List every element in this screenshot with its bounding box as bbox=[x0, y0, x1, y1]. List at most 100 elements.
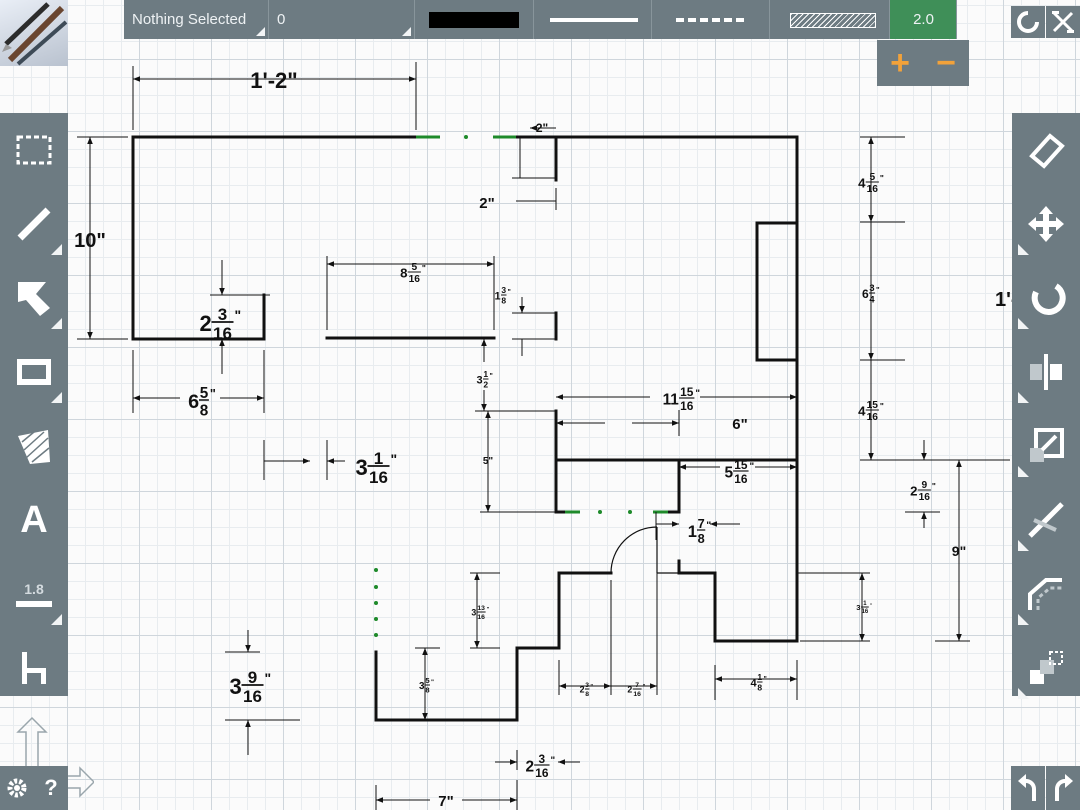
svg-text:5: 5 bbox=[724, 464, 733, 481]
dim-nine: 9" bbox=[952, 543, 966, 559]
furniture-tool[interactable] bbox=[0, 631, 68, 705]
rotate-tool[interactable] bbox=[1012, 261, 1080, 335]
fraction-dimension-bot-4-1-8: 418" bbox=[751, 672, 767, 693]
zoom-in-button[interactable]: + bbox=[890, 44, 910, 83]
svg-text:": " bbox=[391, 451, 398, 467]
solid-line-icon bbox=[550, 18, 638, 22]
dim-top-width: 1'-2" bbox=[250, 68, 297, 93]
svg-text:3: 3 bbox=[356, 455, 368, 480]
svg-text:8: 8 bbox=[757, 683, 762, 693]
hatch-fill-icon bbox=[18, 430, 50, 464]
top-toolbar: Nothing Selected 0 2.0 bbox=[124, 0, 957, 39]
app-logo[interactable] bbox=[0, 0, 68, 66]
line-weight-button[interactable] bbox=[534, 0, 652, 39]
svg-text:1: 1 bbox=[863, 601, 867, 607]
dim-notch-top: 2" bbox=[536, 121, 548, 135]
offset-tool[interactable] bbox=[1012, 557, 1080, 631]
mirror-icon bbox=[1030, 354, 1062, 390]
svg-text:7: 7 bbox=[635, 682, 639, 689]
fullscreen-button[interactable] bbox=[1046, 6, 1080, 38]
polyline-icon bbox=[18, 282, 50, 316]
svg-text:": " bbox=[932, 481, 936, 491]
svg-text:16: 16 bbox=[243, 687, 262, 706]
marquee-select-icon bbox=[16, 135, 52, 165]
eraser-icon bbox=[1029, 133, 1065, 169]
svg-text:": " bbox=[750, 462, 755, 473]
svg-text:4: 4 bbox=[869, 294, 875, 304]
redo-button[interactable] bbox=[1046, 766, 1080, 810]
walls[interactable] bbox=[131, 135, 799, 722]
svg-text:4: 4 bbox=[858, 403, 866, 418]
line-pencil-icon bbox=[17, 207, 51, 241]
selection-dropdown[interactable]: Nothing Selected bbox=[124, 0, 269, 39]
line-weight-indicator: 1.8 bbox=[16, 581, 52, 607]
rotate-arrow-icon bbox=[1031, 283, 1066, 315]
line-style-button[interactable] bbox=[652, 0, 770, 39]
line-weight-value: 1.8 bbox=[24, 581, 44, 597]
door-swing[interactable] bbox=[610, 526, 679, 574]
line-weight-bar-icon bbox=[16, 601, 52, 607]
svg-text:1: 1 bbox=[688, 523, 697, 541]
svg-text:4: 4 bbox=[858, 175, 866, 190]
dim-left-height: 10" bbox=[74, 230, 106, 252]
undo-reset-button[interactable] bbox=[1011, 6, 1045, 38]
svg-text:16: 16 bbox=[477, 614, 485, 621]
move-arrows-icon bbox=[1028, 206, 1064, 242]
polyline-tool[interactable] bbox=[0, 261, 68, 335]
svg-text:7: 7 bbox=[698, 516, 705, 531]
fill-tool[interactable] bbox=[0, 409, 68, 483]
settings-button[interactable] bbox=[0, 766, 34, 810]
svg-text:": " bbox=[235, 307, 242, 323]
trim-tool[interactable] bbox=[1012, 483, 1080, 557]
eraser-tool[interactable] bbox=[1012, 113, 1080, 187]
svg-text:8: 8 bbox=[400, 265, 407, 280]
scale-tool[interactable] bbox=[1012, 409, 1080, 483]
dim-six: 6" bbox=[732, 416, 747, 433]
svg-text:": " bbox=[706, 520, 711, 532]
svg-text:2: 2 bbox=[910, 483, 917, 498]
svg-text:3: 3 bbox=[585, 682, 589, 689]
svg-text:3: 3 bbox=[218, 305, 227, 324]
fraction-dimension-left-6-5-8: 6 58" bbox=[188, 385, 216, 419]
fraction-dimension-v-3-1-2: 312" bbox=[477, 369, 493, 390]
svg-text:2: 2 bbox=[627, 685, 632, 695]
fraction-dimension-left-3-9-16: 3 916" bbox=[230, 668, 272, 706]
svg-text:1: 1 bbox=[495, 291, 501, 303]
svg-text:15: 15 bbox=[867, 400, 879, 411]
svg-text:9: 9 bbox=[248, 668, 257, 687]
line-weight-tool[interactable]: 1.8 bbox=[0, 557, 68, 631]
black-color-swatch bbox=[429, 12, 519, 28]
dim-notch-side: 2" bbox=[479, 195, 494, 212]
openings[interactable] bbox=[374, 135, 668, 637]
zoom-out-button[interactable]: − bbox=[936, 44, 956, 83]
undo-icon bbox=[1018, 774, 1036, 801]
rectangle-tool[interactable] bbox=[0, 335, 68, 409]
zoom-controls: + − bbox=[877, 40, 969, 86]
svg-text:": " bbox=[764, 676, 767, 683]
svg-text:2: 2 bbox=[483, 380, 488, 390]
scale-button[interactable]: 2.0 bbox=[890, 0, 957, 39]
svg-text:6: 6 bbox=[188, 391, 199, 413]
color-picker-button[interactable] bbox=[415, 0, 534, 39]
move-tool[interactable] bbox=[1012, 187, 1080, 261]
fill-pattern-button[interactable] bbox=[770, 0, 890, 39]
mirror-tool[interactable] bbox=[1012, 335, 1080, 409]
drawing-canvas[interactable]: 1'-2" 10" 1'-4 2" 2" 6" 5" 9" 7" 8516"13… bbox=[0, 0, 1080, 810]
right-toolbar bbox=[1012, 113, 1080, 699]
svg-text:": " bbox=[876, 285, 880, 294]
svg-text:": " bbox=[643, 684, 646, 690]
svg-text:16: 16 bbox=[369, 468, 388, 487]
undo-button[interactable] bbox=[1011, 766, 1045, 810]
help-button[interactable]: ? bbox=[34, 766, 68, 810]
scale-value: 2.0 bbox=[913, 11, 934, 28]
fraction-dimension-wall-8: 8 516" bbox=[400, 262, 426, 285]
line-tool[interactable] bbox=[0, 187, 68, 261]
svg-text:": " bbox=[490, 373, 493, 380]
layer-dropdown[interactable]: 0 bbox=[269, 0, 415, 39]
svg-text:3: 3 bbox=[869, 283, 874, 293]
text-tool[interactable]: A bbox=[0, 483, 68, 557]
redo-icon bbox=[1055, 774, 1073, 801]
array-tool[interactable] bbox=[1012, 631, 1080, 705]
svg-text:": " bbox=[590, 684, 593, 690]
select-tool[interactable] bbox=[0, 113, 68, 187]
